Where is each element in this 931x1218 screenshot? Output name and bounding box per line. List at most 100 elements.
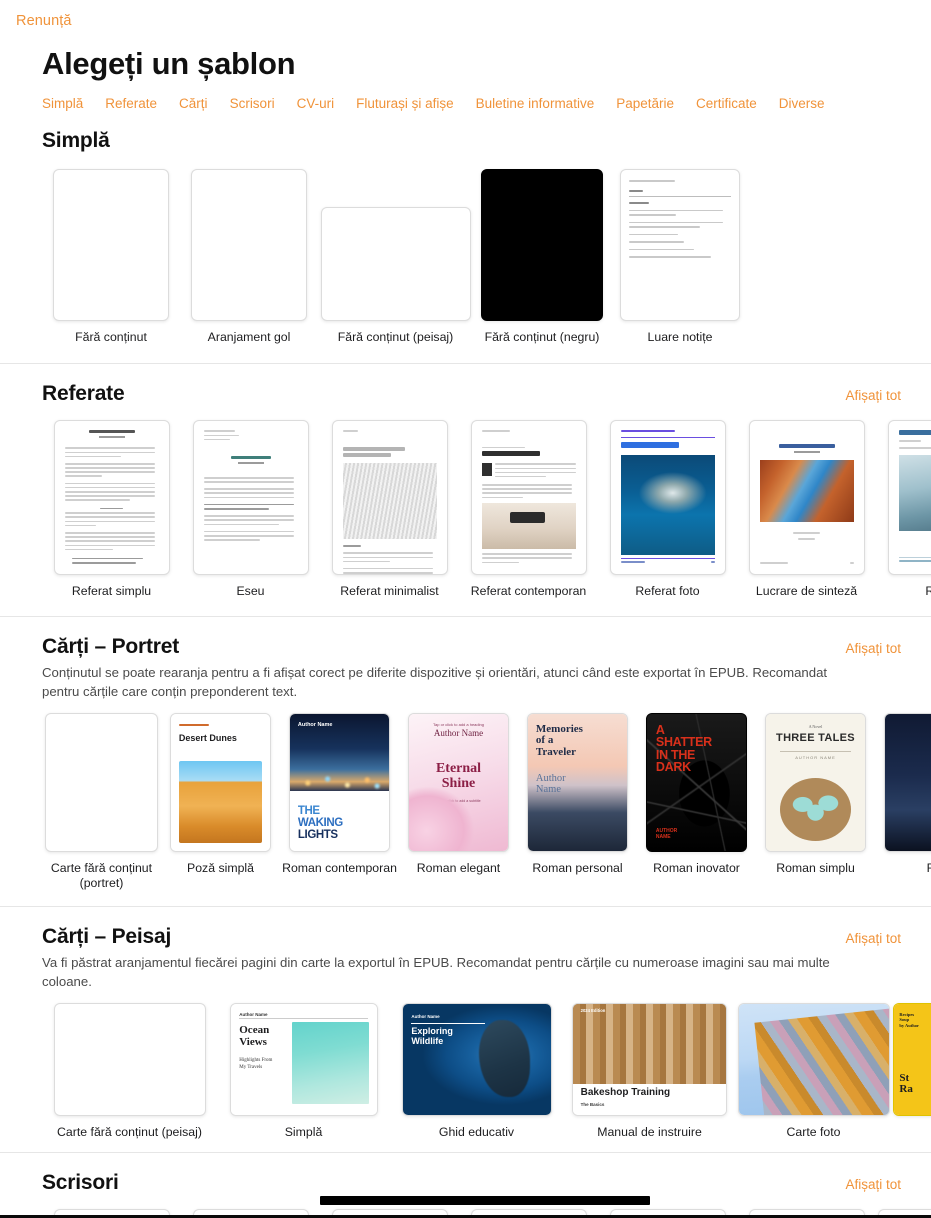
template-thumbnail[interactable] (481, 169, 603, 321)
section-header: Scrisori Afișați tot (42, 1171, 931, 1195)
tab-simpla[interactable]: Simplă (42, 96, 83, 111)
template-thumbnail[interactable] (45, 713, 158, 852)
template-caption: Lucrare de sinteză (755, 584, 858, 599)
thumbnail-preview (55, 421, 169, 574)
template-thumbnail[interactable] (191, 169, 307, 321)
template-card-carte-foto[interactable]: SHAPES & ANGLES ARCHITECTURAL PHOTOGRAPHY… (736, 1003, 891, 1140)
template-card-luare-notite[interactable]: Luare notițe (611, 169, 749, 345)
template-card-roman-edge[interactable]: Ro (875, 713, 931, 892)
cover-title: Desert Dunes (178, 733, 237, 744)
template-card-manual-de-instruire[interactable]: 2024 Edition Bakeshop Training The Basic… (563, 1003, 736, 1140)
cover-author: Author Name (239, 1011, 268, 1017)
cover-note: A Novel (808, 723, 823, 729)
template-thumbnail[interactable] (884, 713, 931, 852)
template-card-referat-foto[interactable]: Referat foto (598, 420, 737, 599)
template-thumbnail[interactable]: Author Name Exploring Wildlife (401, 1003, 552, 1116)
template-thumbnail[interactable]: SHAPES & ANGLES ARCHITECTURAL PHOTOGRAPHY (737, 1003, 890, 1116)
tab-papetarie[interactable]: Papetărie (616, 96, 674, 111)
template-caption: Ro (875, 861, 931, 876)
template-card-aranjament-gol[interactable]: Aranjament gol (180, 169, 318, 345)
section-carti-peisaj: Cărți – Peisaj Afișați tot Va fi păstrat… (0, 905, 931, 1153)
template-thumbnail[interactable]: Memories of a Traveler Author Name (527, 713, 628, 852)
template-caption: Luare notițe (647, 330, 713, 344)
template-card-fara-continut-peisaj[interactable]: Fără conținut (peisaj) (318, 207, 473, 345)
template-card-fara-continut-negru[interactable]: Fără conținut (negru) (473, 169, 611, 345)
template-thumbnail[interactable] (620, 169, 740, 321)
section-header: Cărți – Peisaj Afișați tot (42, 925, 931, 949)
thumbnail-preview: 2024 Edition Bakeshop Training The Basic… (573, 1004, 726, 1115)
template-card-referat-edge[interactable]: Referat (876, 420, 931, 599)
template-thumbnail[interactable]: Author Name THE WAKING LIGHTS (289, 713, 390, 852)
template-card-peisaj-edge[interactable]: Recipes Soup by Author St Ra (891, 1003, 931, 1140)
template-caption: Eseu (236, 584, 265, 599)
template-caption: Simplă (284, 1125, 323, 1139)
thumbnail-preview (611, 421, 725, 574)
template-thumbnail[interactable]: A SHATTER IN THE DARK AUTHOR NAME (646, 713, 747, 852)
template-caption: Fără conținut (peisaj) (337, 330, 454, 344)
thumbnail-preview: Recipes Soup by Author St Ra (894, 1004, 931, 1115)
template-thumbnail[interactable] (609, 420, 726, 576)
template-thumbnail[interactable] (53, 1003, 206, 1116)
tab-cv-uri[interactable]: CV-uri (297, 96, 335, 111)
tab-scrisori[interactable]: Scrisori (230, 96, 275, 111)
section-carti-portret: Cărți – Portret Afișați tot Conținutul s… (0, 615, 931, 906)
template-thumbnail[interactable]: 2024 Edition Bakeshop Training The Basic… (572, 1003, 727, 1116)
template-thumbnail[interactable] (331, 420, 448, 576)
tab-carti[interactable]: Cărți (179, 96, 208, 111)
tab-referate[interactable]: Referate (105, 96, 157, 111)
template-thumbnail[interactable] (320, 207, 471, 321)
section-header: Cărți – Portret Afișați tot (42, 635, 931, 659)
tab-fluturasi[interactable]: Fluturași și afișe (356, 96, 454, 111)
template-card-simpla-peisaj[interactable]: Author Name Ocean Views Highlights From My… (217, 1003, 390, 1140)
cover-author: Author Name (411, 1013, 440, 1019)
template-thumbnail[interactable] (53, 420, 170, 576)
template-card-referat-contemporan[interactable]: Referat contemporan (459, 420, 598, 599)
thumbnail-preview (472, 421, 586, 574)
template-card-ghid-educativ[interactable]: Author Name Exploring Wildlife Ghid educa… (390, 1003, 563, 1140)
cover-author: Author Name (433, 727, 484, 738)
template-thumbnail[interactable] (470, 420, 587, 576)
show-all-link[interactable]: Afișați tot (845, 641, 901, 656)
template-thumbnail[interactable] (748, 420, 865, 576)
template-card-carte-fara-continut-portret[interactable]: Carte fără conținut (portret) (42, 713, 161, 892)
template-card-fara-continut[interactable]: Fără conținut (42, 169, 180, 345)
template-thumbnail[interactable]: Author Name Ocean Views Highlights From My… (229, 1003, 378, 1116)
template-card-eseu[interactable]: Eseu (181, 420, 320, 599)
thumbnail-preview (889, 421, 931, 574)
template-row-carti-portret: Carte fără conținut (portret) Desert Dun… (42, 713, 931, 892)
template-thumbnail[interactable]: A Novel THREE TALES AUTHOR NAME (765, 713, 866, 852)
template-card-carte-fara-continut-peisaj[interactable]: Carte fără conținut (peisaj) (42, 1003, 217, 1140)
template-thumbnail[interactable]: Recipes Soup by Author St Ra (893, 1003, 931, 1116)
template-thumbnail[interactable]: Tap or click to add a heading Author Nam… (408, 713, 509, 852)
template-card-referat-minimalist[interactable]: Referat minimalist (320, 420, 459, 599)
cover-subtitle: ARCHITECTURAL PHOTOGRAPHY (759, 1065, 830, 1070)
template-card-roman-personal[interactable]: Memories of a Traveler Author Name Roman pe… (518, 713, 637, 892)
template-caption: Roman inovator (653, 861, 740, 875)
template-thumbnail[interactable] (192, 420, 309, 576)
template-thumbnail[interactable] (53, 169, 169, 321)
section-header: Referate Afișați tot (42, 382, 931, 406)
show-all-link[interactable]: Afișați tot (845, 931, 901, 946)
cancel-button[interactable]: Renunță (16, 13, 72, 29)
selection-overlay-bar (320, 1196, 650, 1205)
tab-diverse[interactable]: Diverse (779, 96, 825, 111)
show-all-link[interactable]: Afișați tot (845, 1177, 901, 1192)
template-card-poza-simpla[interactable]: Desert Dunes Poză simplă (161, 713, 280, 892)
template-card-roman-inovator[interactable]: A SHATTER IN THE DARK AUTHOR NAME Roman inov… (637, 713, 756, 892)
template-card-roman-simplu[interactable]: A Novel THREE TALES AUTHOR NAME Roman si… (756, 713, 875, 892)
template-card-roman-elegant[interactable]: Tap or click to add a heading Author Nam… (399, 713, 518, 892)
template-caption: Referat (925, 584, 931, 599)
template-thumbnail[interactable]: Desert Dunes (170, 713, 271, 852)
template-card-roman-contemporan[interactable]: Author Name THE WAKING LIGHTS Roman cont… (280, 713, 399, 892)
template-card-referat-simplu[interactable]: Referat simplu (42, 420, 181, 599)
page-title: Alegeți un șablon (42, 46, 296, 81)
tab-certificate[interactable]: Certificate (696, 96, 757, 111)
thumbnail-preview (885, 714, 931, 851)
template-caption: Roman elegant (416, 861, 501, 875)
show-all-link[interactable]: Afișați tot (845, 388, 901, 403)
template-thumbnail[interactable] (887, 420, 931, 576)
template-caption: Poză simplă (187, 861, 254, 875)
tab-buletine[interactable]: Buletine informative (476, 96, 595, 111)
template-card-lucrare-de-sinteza[interactable]: Lucrare de sinteză (737, 420, 876, 599)
thumbnail-preview (333, 421, 447, 574)
